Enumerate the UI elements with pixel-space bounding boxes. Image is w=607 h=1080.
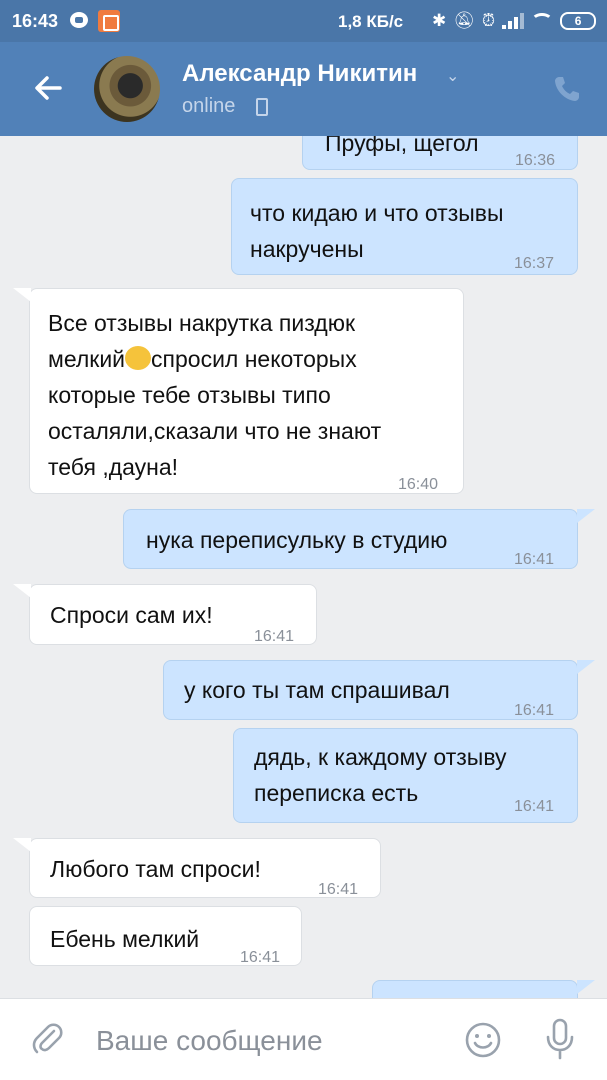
message-outgoing[interactable]: дядь, к каждому отзыву переписка есть 16… <box>233 728 578 823</box>
message-outgoing[interactable]: что кидаю и что отзывы накручены 16:37 <box>231 178 578 275</box>
status-icons: ✱ 🔕︎ ⏰︎ 6 <box>432 9 597 33</box>
alarm-icon: ⏰︎ <box>481 11 496 30</box>
chat-header: Александр Никитин ⌄ online <box>0 42 607 136</box>
message-text: у кого ты там спрашивал <box>184 677 450 703</box>
message-time: 16:41 <box>514 551 555 568</box>
message-incoming[interactable]: Ебень мелкий 16:41 <box>29 906 302 966</box>
bluetooth-icon: ✱ <box>432 11 447 30</box>
status-time: 16:43 <box>12 11 59 31</box>
message-incoming[interactable]: Спроси сам их! 16:41 <box>29 584 317 645</box>
message-time: 16:41 <box>318 881 359 898</box>
status-bar: 16:43 1,8 КБ/с ✱ 🔕︎ ⏰︎ 6 <box>0 0 607 42</box>
message-text: Пруфы, щегол <box>325 136 479 156</box>
message-text: Ебень мелкий <box>50 926 200 952</box>
message-time: 16:41 <box>254 628 295 645</box>
message-time: 16:41 <box>240 949 281 966</box>
network-speed: 1,8 КБ/с <box>338 12 404 31</box>
message-text: Любого там спроси! <box>50 856 261 882</box>
chevron-down-icon[interactable]: ⌄ <box>446 66 459 86</box>
message-time: 16:36 <box>515 152 556 169</box>
message-time: 16:37 <box>514 255 555 272</box>
message-incoming[interactable]: Все отзывы накрутка пиздюк мелкий спросил… <box>29 288 464 494</box>
bubble-tail <box>577 980 595 994</box>
contact-name[interactable]: Александр Никитин <box>182 60 417 88</box>
message-outgoing[interactable]: у кого ты там спрашивал 16:41 <box>163 660 578 720</box>
message-time: 16:41 <box>514 798 555 815</box>
signal-icon <box>502 13 525 29</box>
mobile-device-icon <box>256 98 268 116</box>
message-text: Спроси сам их! <box>50 602 213 628</box>
wifi-icon <box>531 13 554 29</box>
message-input-bar <box>0 998 607 1080</box>
smiley-icon[interactable] <box>464 1021 502 1059</box>
message-text: дядь, к каждому отзыву переписка есть <box>254 744 507 806</box>
bubble-tail <box>13 288 31 302</box>
message-text: нука переписульку в студию <box>146 527 448 553</box>
message-time: 16:41 <box>514 702 555 719</box>
bubble-tail <box>577 509 595 523</box>
mute-icon: 🔕︎ <box>453 11 475 30</box>
battery-level: 6 <box>574 14 582 28</box>
message-icon <box>70 12 88 28</box>
bubble-tail <box>577 660 595 674</box>
back-arrow-icon[interactable] <box>30 70 66 106</box>
message-text: Все отзывы накрутка пиздюк мелкий спросил… <box>48 310 382 480</box>
message-outgoing[interactable]: Пруфы, щегол 16:36 <box>302 136 578 170</box>
message-time: 16:40 <box>398 476 439 493</box>
battery-icon: 6 <box>560 12 597 30</box>
contact-status: online <box>182 95 236 117</box>
message-incoming[interactable]: Любого там спроси! 16:41 <box>29 838 381 898</box>
app-notification-icon <box>98 10 120 32</box>
tears-of-joy-emoji-icon <box>125 346 152 370</box>
phone-call-icon[interactable] <box>552 74 582 104</box>
message-list[interactable]: Пруфы, щегол 16:36 что кидаю и что отзыв… <box>0 136 607 998</box>
message-input[interactable] <box>96 1021 436 1061</box>
message-outgoing[interactable]: нука переписульку в студию 16:41 <box>123 509 578 569</box>
paperclip-icon[interactable] <box>30 1021 66 1057</box>
bubble-tail <box>13 838 31 852</box>
avatar[interactable] <box>94 56 160 122</box>
message-outgoing-partial[interactable] <box>372 980 578 998</box>
bubble-tail <box>13 584 31 598</box>
microphone-icon[interactable] <box>544 1017 576 1061</box>
